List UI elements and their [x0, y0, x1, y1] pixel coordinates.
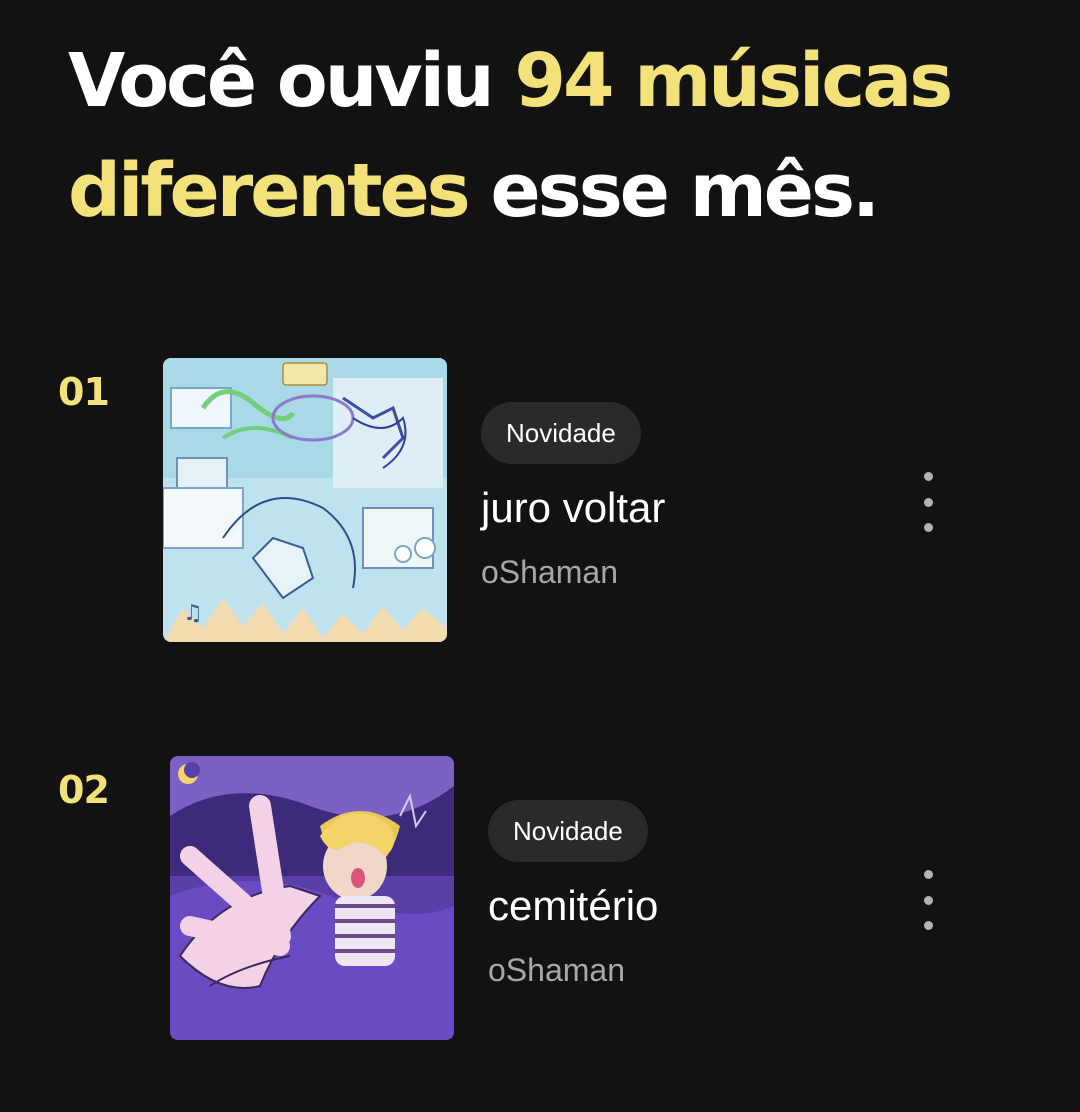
more-vertical-icon[interactable]	[910, 472, 946, 532]
track-item[interactable]: 02 Novidade cemitério oShaman	[0, 756, 1080, 1046]
dot	[923, 497, 933, 507]
headline-part-2: esse mês.	[467, 148, 880, 234]
dot	[923, 523, 933, 532]
track-info: Novidade juro voltar oShaman	[481, 402, 665, 592]
dot	[923, 895, 933, 905]
more-vertical-icon[interactable]	[910, 870, 946, 930]
track-item[interactable]: 01 ♫ Novidade juro voltar oShaman	[0, 358, 1080, 648]
headline-part-1: Você ouviu	[68, 38, 515, 124]
dot	[923, 472, 933, 481]
track-artist[interactable]: oShaman	[481, 552, 665, 592]
svg-text:♫: ♫	[183, 601, 203, 626]
track-artist[interactable]: oShaman	[488, 950, 658, 990]
page-headline: Você ouviu 94 músicas diferentes esse mê…	[68, 26, 1028, 246]
album-cover[interactable]: ♫	[163, 358, 447, 642]
album-cover[interactable]	[170, 756, 454, 1040]
track-title[interactable]: cemitério	[488, 876, 658, 936]
new-release-badge: Novidade	[481, 402, 641, 464]
track-title[interactable]: juro voltar	[481, 478, 665, 538]
dot	[923, 870, 933, 879]
dot	[923, 921, 933, 930]
track-info: Novidade cemitério oShaman	[488, 800, 658, 990]
track-rank: 02	[58, 768, 110, 812]
new-release-badge: Novidade	[488, 800, 648, 862]
track-rank: 01	[58, 370, 110, 414]
